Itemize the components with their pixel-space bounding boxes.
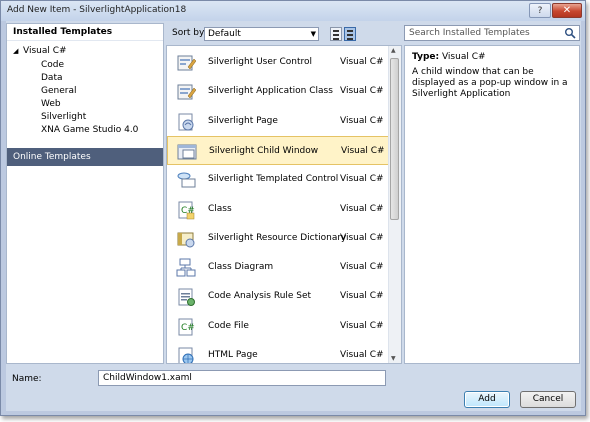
search-placeholder: Search Installed Templates [409, 28, 530, 38]
template-row[interactable]: Silverlight Application Class Visual C# [167, 77, 389, 106]
tree-item-visual-csharp[interactable]: ◢ Visual C# [13, 45, 67, 57]
search-templates-box[interactable]: Search Installed Templates [404, 25, 580, 41]
search-icon[interactable] [564, 27, 576, 39]
title-bar[interactable]: Add New Item - SilverlightApplication18 … [1, 1, 585, 21]
template-row[interactable]: Silverlight Resource Dictionary Visual C# [167, 224, 389, 253]
sort-by-label: Sort by: [172, 28, 207, 38]
template-language: Visual C# [340, 86, 384, 97]
silverlight-templated-control-icon [177, 172, 196, 188]
type-value: Visual C# [441, 52, 486, 62]
template-name: Silverlight Resource Dictionary [208, 232, 347, 243]
template-name: HTML Page [208, 350, 258, 360]
template-language: Visual C# [340, 174, 384, 185]
template-row[interactable]: Silverlight Templated Control Visual C# [167, 165, 389, 194]
tree-item-general[interactable]: General [41, 85, 76, 97]
tree-item-data[interactable]: Data [41, 72, 63, 84]
add-button[interactable]: Add [464, 391, 510, 408]
template-info-panel: Type: Visual C# A child window that can … [404, 45, 580, 364]
small-icons-view-button[interactable] [330, 27, 342, 41]
template-row[interactable]: Code Analysis Rule Set Visual C# [167, 282, 389, 311]
cancel-button[interactable]: Cancel [520, 391, 576, 408]
online-templates-item[interactable]: Online Templates [7, 148, 163, 166]
sort-toolbar: Sort by: Default ▼ [166, 23, 399, 45]
name-field[interactable]: ChildWindow1.xaml [98, 370, 386, 386]
class-diagram-icon [176, 258, 196, 277]
template-type: Type: Visual C# [412, 52, 486, 62]
scroll-up-icon[interactable]: ▲ [391, 47, 396, 54]
code-analysis-rule-set-icon [178, 288, 195, 307]
template-language: Visual C# [341, 145, 385, 156]
resource-dictionary-icon [177, 232, 195, 248]
sort-by-dropdown[interactable]: Default ▼ [204, 27, 319, 41]
code-file-icon: C# [178, 318, 195, 336]
template-name: Silverlight User Control [208, 57, 312, 67]
template-name: Class [208, 203, 232, 214]
silverlight-application-class-icon [177, 84, 196, 100]
sort-by-value: Default [208, 29, 241, 39]
silverlight-user-control-icon [177, 55, 196, 71]
template-name: Class Diagram [208, 262, 274, 273]
template-row[interactable]: C# Code File Visual C# [167, 312, 389, 341]
template-language: Visual C# [340, 115, 384, 126]
template-list: HTML Page Visual C# C# Code File Visual C# Co… [166, 45, 402, 364]
dialog-client-area: Installed Templates ◢ Visual C# Code Data… [6, 21, 581, 411]
template-name: Silverlight Application Class [208, 86, 333, 97]
svg-text:C#: C# [181, 323, 195, 333]
template-name: Code File [208, 320, 249, 331]
scrollbar-thumb[interactable] [390, 58, 399, 220]
template-row[interactable]: Silverlight User Control Visual C# [167, 48, 389, 77]
template-language: Visual C# [340, 57, 384, 67]
help-button[interactable]: ? [529, 3, 551, 18]
installed-templates-header[interactable]: Installed Templates [7, 24, 163, 41]
templates-tree-panel: Installed Templates ◢ Visual C# Code Data… [6, 23, 164, 364]
expand-arrow-icon[interactable]: ◢ [13, 45, 23, 57]
window-title: Add New Item - SilverlightApplication18 [7, 5, 187, 15]
template-row[interactable]: C# Class Visual C# [167, 195, 389, 224]
template-description: A child window that can be displayed as … [412, 67, 568, 99]
template-row[interactable]: Class Diagram Visual C# [167, 253, 389, 282]
template-name: Silverlight Templated Control [208, 174, 339, 185]
template-name: Silverlight Page [208, 115, 278, 126]
html-page-icon [178, 347, 194, 363]
template-language: Visual C# [340, 320, 384, 331]
template-language: Visual C# [340, 291, 384, 302]
close-button[interactable]: ✕ [552, 3, 582, 18]
chevron-down-icon: ▼ [310, 30, 316, 38]
template-list-scrollbar[interactable]: ▲ ▼ [388, 46, 401, 363]
tree-item-code[interactable]: Code [41, 59, 64, 71]
template-language: Visual C# [340, 350, 384, 360]
template-row[interactable]: Silverlight Page Visual C# [167, 107, 389, 136]
add-new-item-dialog: Add New Item - SilverlightApplication18 … [0, 0, 586, 416]
scroll-down-icon[interactable]: ▼ [391, 355, 396, 362]
medium-icons-view-button[interactable] [344, 27, 356, 41]
tree-item-label: Visual C# [23, 46, 67, 56]
tree-item-xna[interactable]: XNA Game Studio 4.0 [41, 124, 138, 136]
class-icon: C# [178, 201, 195, 219]
template-language: Visual C# [340, 262, 384, 273]
template-language: Visual C# [340, 232, 384, 243]
silverlight-child-window-icon [177, 144, 197, 160]
tree-item-silverlight[interactable]: Silverlight [41, 111, 86, 123]
tree-item-web[interactable]: Web [41, 98, 61, 110]
template-name: Code Analysis Rule Set [208, 291, 312, 302]
template-name: Silverlight Child Window [209, 145, 319, 156]
template-row[interactable]: HTML Page Visual C# [167, 341, 389, 363]
type-label: Type: [412, 52, 440, 62]
template-language: Visual C# [340, 203, 384, 214]
silverlight-page-icon [178, 113, 194, 131]
template-row[interactable]: Silverlight Child Window Visual C# [167, 135, 389, 165]
name-label: Name: [12, 374, 42, 384]
